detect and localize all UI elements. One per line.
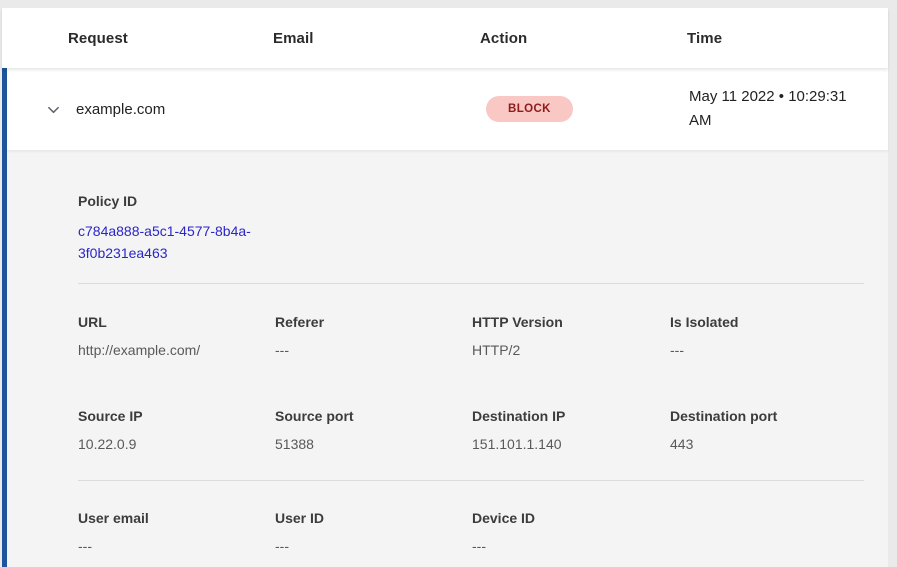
field-value: HTTP/2 bbox=[472, 342, 670, 359]
divider bbox=[78, 283, 864, 284]
field-value: 51388 bbox=[275, 436, 472, 453]
chevron-down-icon[interactable] bbox=[44, 100, 62, 118]
page: Request Email Action Time example.com BL… bbox=[0, 0, 897, 567]
field-value: --- bbox=[670, 342, 864, 359]
field-source-ip: Source IP 10.22.0.9 bbox=[78, 408, 275, 453]
request-cell: example.com bbox=[76, 101, 275, 118]
field-label: User email bbox=[78, 510, 275, 526]
time-cell: May 11 2022 • 10:29:31 AM bbox=[689, 85, 888, 133]
column-header-time: Time bbox=[687, 30, 888, 47]
field-label: Referer bbox=[275, 314, 472, 330]
field-destination-port: Destination port 443 bbox=[670, 408, 864, 453]
expanded-row-group: example.com BLOCK May 11 2022 • 10:29:31… bbox=[2, 68, 888, 567]
table-header-row: Request Email Action Time bbox=[2, 8, 888, 68]
divider bbox=[78, 480, 864, 481]
field-value: --- bbox=[472, 538, 670, 555]
field-label: Source IP bbox=[78, 408, 275, 424]
field-user-email: User email --- bbox=[78, 510, 275, 555]
field-label: Source port bbox=[275, 408, 472, 424]
field-value: 10.22.0.9 bbox=[78, 436, 275, 453]
field-url: URL http://example.com/ bbox=[78, 314, 275, 359]
table-row[interactable]: example.com BLOCK May 11 2022 • 10:29:31… bbox=[7, 68, 888, 150]
field-http-version: HTTP Version HTTP/2 bbox=[472, 314, 670, 359]
block-status-badge: BLOCK bbox=[486, 96, 573, 122]
detail-row-user: User email --- User ID --- Device ID --- bbox=[78, 510, 864, 555]
action-cell: BLOCK bbox=[482, 96, 689, 122]
field-label: User ID bbox=[275, 510, 472, 526]
field-value: --- bbox=[275, 538, 472, 555]
field-value: --- bbox=[275, 342, 472, 359]
log-table: Request Email Action Time example.com BL… bbox=[2, 8, 888, 567]
field-label: Device ID bbox=[472, 510, 670, 526]
field-is-isolated: Is Isolated --- bbox=[670, 314, 864, 359]
field-label: Destination IP bbox=[472, 408, 670, 424]
column-header-email: Email bbox=[273, 30, 480, 47]
field-label: HTTP Version bbox=[472, 314, 670, 330]
policy-id-block: Policy ID c784a888-a5c1-4577-8b4a-3f0b23… bbox=[78, 193, 864, 283]
field-destination-ip: Destination IP 151.101.1.140 bbox=[472, 408, 670, 453]
field-device-id: Device ID --- bbox=[472, 510, 670, 555]
field-value: --- bbox=[78, 538, 275, 555]
policy-id-link[interactable]: c784a888-a5c1-4577-8b4a-3f0b231ea463 bbox=[78, 221, 278, 264]
row-details-panel: Policy ID c784a888-a5c1-4577-8b4a-3f0b23… bbox=[7, 150, 888, 567]
field-label: URL bbox=[78, 314, 275, 330]
field-label: Is Isolated bbox=[670, 314, 864, 330]
detail-row-network: Source IP 10.22.0.9 Source port 51388 De… bbox=[78, 408, 864, 480]
field-value: 151.101.1.140 bbox=[472, 436, 670, 453]
detail-row-http: URL http://example.com/ Referer --- HTTP… bbox=[78, 314, 864, 359]
field-referer: Referer --- bbox=[275, 314, 472, 359]
field-label: Destination port bbox=[670, 408, 864, 424]
column-header-action: Action bbox=[480, 30, 687, 47]
field-value: http://example.com/ bbox=[78, 342, 275, 359]
column-header-request: Request bbox=[68, 30, 273, 47]
policy-id-label: Policy ID bbox=[78, 193, 864, 209]
field-user-id: User ID --- bbox=[275, 510, 472, 555]
field-value: 443 bbox=[670, 436, 864, 453]
field-source-port: Source port 51388 bbox=[275, 408, 472, 453]
